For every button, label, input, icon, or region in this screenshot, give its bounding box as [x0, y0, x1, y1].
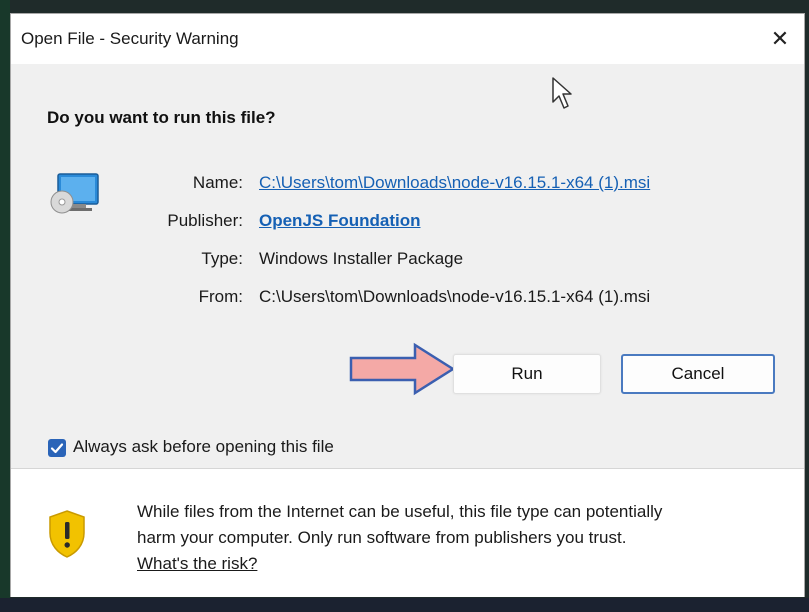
- warning-footer: While files from the Internet can be use…: [11, 468, 804, 597]
- type-value: Windows Installer Package: [259, 249, 464, 268]
- publisher-label: Publisher:: [167, 211, 243, 230]
- type-label: Type:: [201, 249, 243, 268]
- cancel-button[interactable]: Cancel: [621, 354, 775, 394]
- from-label: From:: [198, 287, 243, 306]
- annotation-arrow-icon: [349, 342, 456, 396]
- title-bar: Open File - Security Warning ✕: [11, 14, 804, 64]
- run-button[interactable]: Run: [453, 354, 601, 394]
- close-icon: ✕: [770, 26, 790, 51]
- file-name-link[interactable]: C:\Users\tom\Downloads\node-v16.15.1-x64…: [259, 173, 650, 193]
- security-warning-dialog: Open File - Security Warning ✕ Do you wa…: [10, 13, 805, 597]
- always-ask-label: Always ask before opening this file: [73, 437, 334, 456]
- warning-text-line-2: harm your computer. Only run software fr…: [137, 528, 627, 547]
- name-label: Name:: [192, 173, 243, 192]
- window-title: Open File - Security Warning: [21, 29, 239, 48]
- dialog-content: Do you want to run this file? Name: C:\U…: [11, 64, 804, 468]
- close-button[interactable]: ✕: [762, 22, 798, 56]
- publisher-link[interactable]: OpenJS Foundation: [259, 211, 421, 231]
- warning-shield-icon: [49, 510, 85, 558]
- installer-file-icon: [50, 173, 99, 214]
- background-taskbar-strip: [0, 598, 809, 612]
- background-edge: [0, 0, 10, 612]
- question-heading: Do you want to run this file?: [47, 108, 276, 127]
- from-value: C:\Users\tom\Downloads\node-v16.15.1-x64…: [259, 287, 651, 306]
- whats-the-risk-link[interactable]: What's the risk?: [137, 554, 257, 574]
- warning-text-line-1: While files from the Internet can be use…: [137, 502, 663, 521]
- checkmark-icon: [50, 443, 64, 454]
- mouse-cursor-icon: [552, 77, 572, 109]
- always-ask-checkbox[interactable]: [48, 439, 66, 457]
